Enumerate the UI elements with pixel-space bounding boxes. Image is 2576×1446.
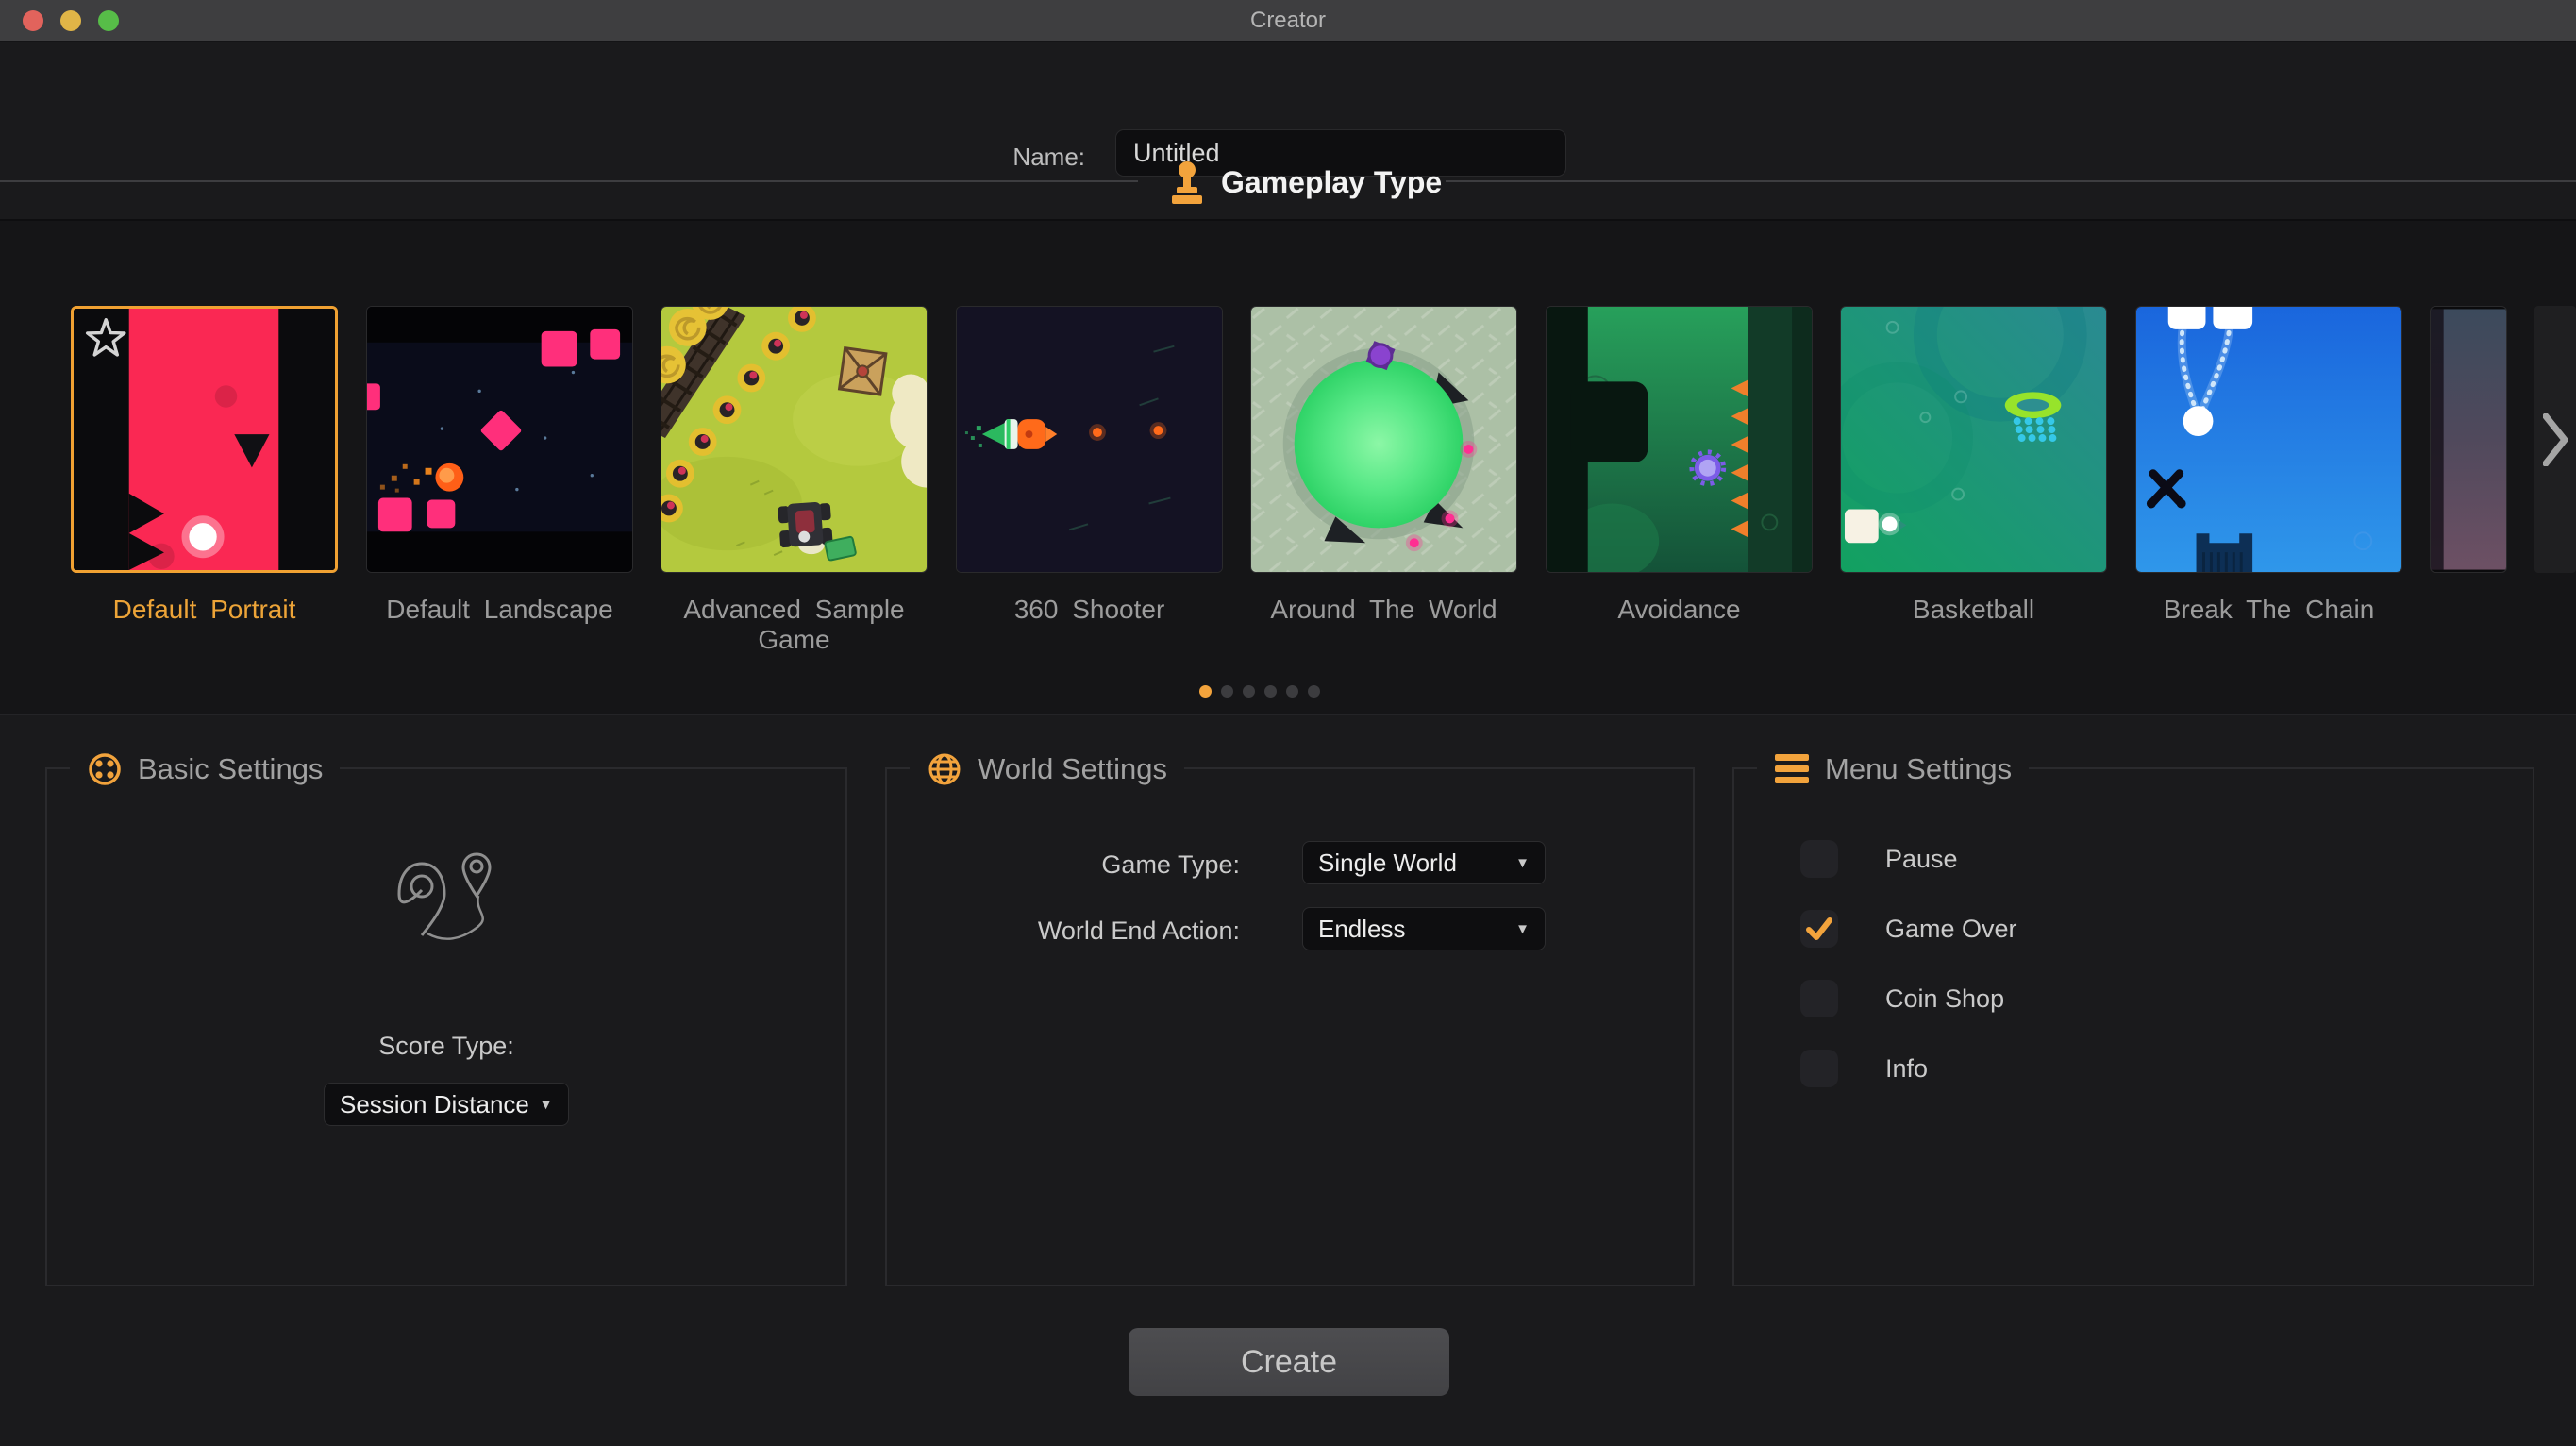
coin-shop-checkbox[interactable] <box>1800 980 1838 1017</box>
menu-settings-panel: Menu Settings Pause Game Over Coin Shop … <box>1732 767 2534 1286</box>
divider <box>1446 180 2576 182</box>
chevron-down-icon: ▼ <box>1515 921 1530 937</box>
basketball-thumbnail <box>1841 307 2106 572</box>
world-end-action-label: World End Action: <box>887 916 1240 946</box>
template-card-360-shooter[interactable] <box>956 306 1223 573</box>
chevron-down-icon: ▼ <box>1515 855 1530 871</box>
gameplay-type-title: Gameplay Type <box>1221 165 1442 200</box>
menu-option-label: Game Over <box>1885 915 2017 944</box>
pagination-dots <box>1199 685 1320 698</box>
carousel-next-button[interactable] <box>2534 306 2576 573</box>
create-button[interactable]: Create <box>1129 1328 1449 1396</box>
world-end-action-value: Endless <box>1318 915 1406 944</box>
avoidance-thumbnail <box>1547 307 1812 572</box>
template-label: Avoidance <box>1546 595 1813 625</box>
menu-option-label: Pause <box>1885 845 1958 874</box>
button-icon <box>87 751 123 787</box>
score-type-label: Score Type: <box>47 1032 845 1061</box>
360-shooter-thumbnail <box>957 307 1222 572</box>
world-end-action-dropdown[interactable]: Endless ▼ <box>1302 907 1546 950</box>
globe-icon <box>927 751 962 787</box>
game-type-value: Single World <box>1318 849 1457 878</box>
default-portrait-thumbnail <box>74 309 335 570</box>
partial-thumbnail <box>2431 307 2506 572</box>
world-settings-panel: World Settings Game Type: Single World ▼… <box>885 767 1695 1286</box>
game-type-label: Game Type: <box>887 850 1240 880</box>
panel-title: Basic Settings <box>138 752 323 786</box>
template-label: Basketball <box>1840 595 2107 625</box>
basic-settings-panel: Basic Settings Score Type: Session Dista… <box>45 767 847 1286</box>
world-settings-header: World Settings <box>910 746 1184 793</box>
score-type-value: Session Distance <box>340 1090 529 1119</box>
score-type-dropdown[interactable]: Session Distance ▼ <box>324 1083 569 1126</box>
break-the-chain-thumbnail <box>2136 307 2401 572</box>
menu-option-row: Coin Shop <box>1800 980 2004 1017</box>
around-the-world-thumbnail <box>1251 307 1516 572</box>
game-over-checkbox[interactable] <box>1800 910 1838 948</box>
window-title: Creator <box>0 0 2576 42</box>
basic-settings-header: Basic Settings <box>70 746 340 793</box>
name-label: Name: <box>944 143 1085 172</box>
advanced-sample-game-thumbnail <box>661 307 927 572</box>
template-card-avoidance[interactable] <box>1546 306 1813 573</box>
template-card-around-the-world[interactable] <box>1250 306 1517 573</box>
carousel-dot[interactable] <box>1199 685 1212 698</box>
menu-option-label: Coin Shop <box>1885 984 2004 1014</box>
divider <box>0 180 1138 182</box>
chevron-down-icon: ▼ <box>539 1097 553 1113</box>
game-type-dropdown[interactable]: Single World ▼ <box>1302 841 1546 884</box>
top-form-section: Name: Gameplay Type <box>0 42 2576 219</box>
joystick-icon <box>1170 161 1204 210</box>
template-label: 360 Shooter <box>956 595 1223 625</box>
info-checkbox[interactable] <box>1800 1050 1838 1087</box>
titlebar: Creator <box>0 0 2576 42</box>
settings-section: Basic Settings Score Type: Session Dista… <box>0 714 2576 1446</box>
menu-option-row: Pause <box>1800 840 1958 878</box>
carousel-dot[interactable] <box>1308 685 1320 698</box>
carousel-dot[interactable] <box>1221 685 1233 698</box>
chevron-right-icon <box>2543 413 2568 466</box>
template-label: Advanced Sample Game <box>661 595 928 655</box>
menu-option-label: Info <box>1885 1054 1928 1084</box>
check-icon <box>1800 910 1838 948</box>
template-label: Default Landscape <box>366 595 633 625</box>
panel-title: World Settings <box>978 752 1167 786</box>
default-landscape-thumbnail <box>367 307 632 572</box>
template-card-break-the-chain[interactable] <box>2135 306 2402 573</box>
menu-option-row: Game Over <box>1800 910 2017 948</box>
menu-option-row: Info <box>1800 1050 1928 1087</box>
pause-checkbox[interactable] <box>1800 840 1838 878</box>
distance-route-icon <box>390 850 503 980</box>
carousel-dot[interactable] <box>1243 685 1255 698</box>
template-card-advanced-sample-game[interactable] <box>661 306 928 573</box>
template-card-default-landscape[interactable] <box>366 306 633 573</box>
template-card-basketball[interactable] <box>1840 306 2107 573</box>
template-carousel: Default Portrait Default Landscape Advan… <box>0 219 2576 714</box>
template-label: Break The Chain <box>2135 595 2402 625</box>
template-card-default-portrait[interactable] <box>71 306 338 573</box>
template-label: Default Portrait <box>71 595 338 625</box>
template-card-partial[interactable] <box>2430 306 2507 573</box>
menu-settings-header: Menu Settings <box>1757 746 2029 793</box>
hamburger-menu-icon <box>1774 753 1810 785</box>
template-label: Around The World <box>1250 595 1517 625</box>
carousel-dot[interactable] <box>1264 685 1277 698</box>
carousel-dot[interactable] <box>1286 685 1298 698</box>
panel-title: Menu Settings <box>1825 752 2012 786</box>
